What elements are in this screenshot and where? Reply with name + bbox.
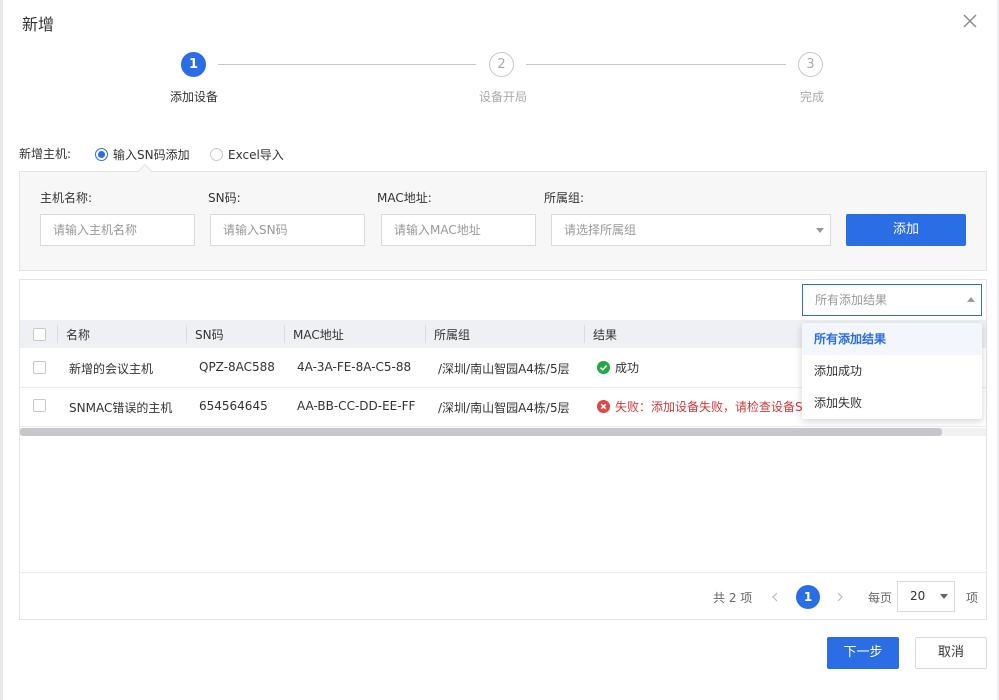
- radio-excel-label: Excel导入: [228, 148, 284, 162]
- cell-group: /深圳/南山智园A4栋/5层: [438, 362, 570, 376]
- column-header-name: 名称: [66, 328, 91, 342]
- step-3-circle: 3: [798, 52, 823, 77]
- step-connector-1: [218, 64, 476, 65]
- result-filter-value: 所有添加结果: [815, 293, 888, 307]
- pagination-divider: [20, 572, 986, 573]
- column-separator: [186, 325, 187, 343]
- per-page-label: 每页: [868, 591, 893, 605]
- dropdown-option-all[interactable]: 所有添加结果: [802, 323, 982, 355]
- sn-input[interactable]: 请输入SN码: [210, 214, 365, 246]
- step-2-label: 设备开局: [479, 90, 528, 104]
- result-filter-dropdown: 所有添加结果 添加成功 添加失败: [802, 323, 982, 419]
- step-2-circle: 2: [489, 52, 514, 77]
- radio-sn-label: 输入SN码添加: [113, 148, 190, 162]
- radio-sn-input[interactable]: 输入SN码添加: [95, 146, 190, 163]
- horizontal-scrollbar-thumb[interactable]: [20, 428, 942, 436]
- page-number-current[interactable]: 1: [796, 585, 820, 609]
- host-name-label: 主机名称:: [40, 191, 93, 205]
- sn-label: SN码:: [208, 191, 241, 205]
- status-text: 失败：添加设备失败，请检查设备S: [615, 400, 803, 414]
- error-circle-icon: [597, 400, 610, 413]
- cell-sn: QPZ-8AC588: [199, 360, 275, 374]
- host-name-input[interactable]: 请输入主机名称: [40, 214, 195, 246]
- pagination-total: 共 2 项: [713, 591, 753, 605]
- page-size-value: 20: [910, 589, 926, 603]
- radio-unchecked-icon: [210, 148, 223, 161]
- row-checkbox[interactable]: [33, 361, 46, 374]
- status-fail: 失败：添加设备失败，请检查设备S: [597, 398, 803, 415]
- add-mode-label: 新增主机:: [19, 147, 72, 161]
- status-success: 成功: [597, 359, 639, 376]
- group-label: 所属组:: [544, 191, 585, 205]
- page-size-select[interactable]: 20: [897, 581, 955, 612]
- step-1-label: 添加设备: [170, 90, 219, 104]
- column-separator: [425, 325, 426, 343]
- dropdown-option-fail[interactable]: 添加失败: [802, 387, 982, 419]
- chevron-right-icon[interactable]: [836, 592, 844, 602]
- cell-name: SNMAC错误的主机: [69, 401, 173, 415]
- select-all-checkbox[interactable]: [33, 328, 46, 341]
- result-filter-select[interactable]: 所有添加结果: [802, 284, 982, 316]
- cell-mac: 4A-3A-FE-8A-C5-88: [297, 360, 412, 374]
- chevron-up-icon: [967, 297, 975, 302]
- chevron-left-icon[interactable]: [771, 592, 779, 602]
- dropdown-option-success[interactable]: 添加成功: [802, 355, 982, 387]
- next-step-button[interactable]: 下一步: [827, 637, 899, 669]
- check-circle-icon: [597, 361, 610, 374]
- group-select[interactable]: 请选择所属组: [551, 214, 831, 246]
- mac-input[interactable]: 请输入MAC地址: [381, 214, 536, 246]
- row-checkbox[interactable]: [33, 399, 46, 412]
- step-connector-2: [526, 64, 786, 65]
- column-separator: [584, 325, 585, 343]
- column-header-sn: SN码: [195, 328, 224, 342]
- radio-checked-icon: [95, 148, 108, 161]
- column-separator: [57, 325, 58, 343]
- add-button[interactable]: 添加: [846, 214, 966, 246]
- status-text: 成功: [615, 361, 640, 375]
- close-icon[interactable]: [961, 12, 979, 30]
- group-select-placeholder: 请选择所属组: [564, 223, 637, 237]
- left-shadow-edge: [0, 0, 3, 700]
- mac-label: MAC地址:: [377, 191, 432, 205]
- step-3-label: 完成: [800, 90, 825, 104]
- cancel-button[interactable]: 取消: [915, 637, 987, 669]
- cell-group: /深圳/南山智园A4栋/5层: [438, 401, 570, 415]
- column-separator: [284, 325, 285, 343]
- dialog-title: 新增: [22, 15, 55, 34]
- per-page-unit: 项: [966, 591, 979, 605]
- cell-name: 新增的会议主机: [69, 362, 154, 376]
- chevron-down-icon: [940, 594, 948, 599]
- column-header-mac: MAC地址: [293, 328, 344, 342]
- radio-excel-import[interactable]: Excel导入: [210, 146, 284, 163]
- step-1-circle: 1: [181, 52, 206, 77]
- cell-sn: 654564645: [199, 399, 268, 413]
- row-divider: [20, 426, 986, 427]
- chevron-down-icon: [816, 228, 824, 233]
- cell-mac: AA-BB-CC-DD-EE-FF: [297, 399, 416, 413]
- column-header-group: 所属组: [434, 328, 471, 342]
- column-header-result: 结果: [593, 328, 618, 342]
